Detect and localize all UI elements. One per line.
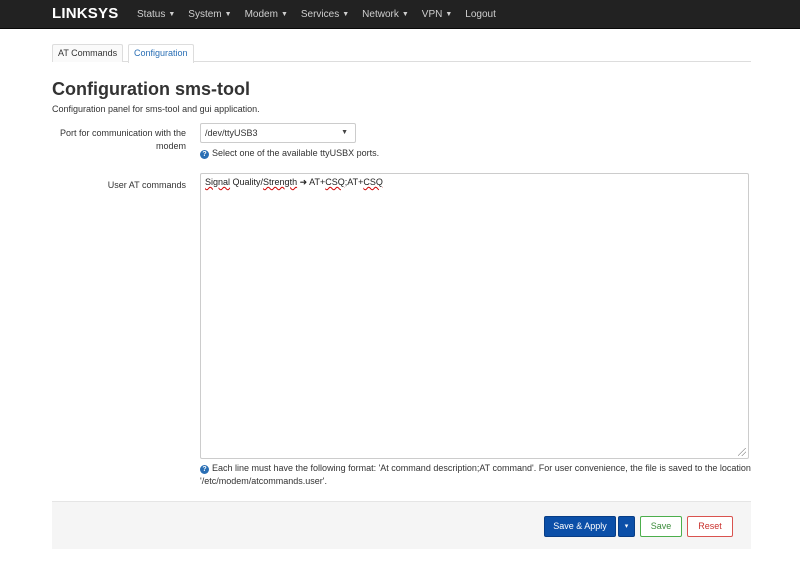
commands-help: ? Each line must have the following forma… bbox=[200, 462, 752, 488]
top-navbar: LINKSYS Status ▼ System ▼ Modem ▼ Services ▼… bbox=[0, 0, 800, 29]
tab-configuration[interactable]: Configuration bbox=[128, 44, 194, 63]
brand-logo[interactable]: LINKSYS bbox=[52, 5, 118, 22]
tab-at-commands[interactable]: AT Commands bbox=[52, 44, 124, 62]
commands-label: User AT commands bbox=[107, 180, 186, 190]
menu-status-label: Status bbox=[137, 9, 166, 20]
menu-network-label: Network bbox=[362, 9, 399, 20]
port-select-value: /dev/ttyUSB3 bbox=[205, 128, 258, 138]
menu-modem[interactable]: Modem ▼ bbox=[245, 0, 288, 29]
menu-logout-label: Logout bbox=[465, 9, 496, 20]
menu-vpn-label: VPN bbox=[421, 9, 443, 20]
text-segment: ➜ AT+ bbox=[297, 177, 326, 187]
commands-help-text: Each line must have the following format… bbox=[200, 463, 751, 486]
port-help-text: Select one of the available ttyUSBX port… bbox=[212, 148, 380, 158]
chevron-down-icon: ▼ bbox=[224, 11, 232, 18]
menu-services-label: Services bbox=[300, 9, 340, 20]
question-circle-icon: ? bbox=[200, 465, 209, 474]
port-label: Port for communication with the modem bbox=[59, 128, 186, 151]
text-segment: Signal bbox=[205, 177, 231, 187]
save-button[interactable]: Save bbox=[640, 516, 682, 537]
page-description: Configuration panel for sms-tool and gui… bbox=[52, 104, 260, 114]
action-bar: Save & Apply ▾ Save Reset bbox=[52, 501, 751, 549]
text-segment: CSQ bbox=[325, 177, 345, 187]
page-title: Configuration sms-tool bbox=[52, 79, 250, 99]
menu-services[interactable]: Services ▼ bbox=[301, 0, 349, 29]
chevron-down-icon: ▼ bbox=[445, 11, 453, 18]
menu-system[interactable]: System ▼ bbox=[188, 0, 231, 29]
menu-modem-label: Modem bbox=[244, 9, 278, 20]
chevron-down-icon: ▼ bbox=[341, 129, 348, 136]
chevron-down-icon: ▼ bbox=[168, 11, 176, 18]
text-segment: ;AT+ bbox=[344, 177, 364, 187]
port-select[interactable]: /dev/ttyUSB3 ▼ bbox=[200, 123, 356, 143]
chevron-down-icon: ▼ bbox=[280, 11, 288, 18]
menu-network[interactable]: Network ▼ bbox=[362, 0, 409, 29]
resize-handle[interactable] bbox=[738, 448, 746, 456]
main-menu: Status ▼ System ▼ Modem ▼ Services ▼ Network… bbox=[137, 0, 509, 29]
chevron-down-icon: ▼ bbox=[342, 11, 350, 18]
menu-status[interactable]: Status ▼ bbox=[137, 0, 175, 29]
section-tabs: AT Commands Configuration bbox=[52, 44, 751, 63]
question-circle-icon: ? bbox=[200, 150, 209, 159]
apply-options-dropdown-button[interactable]: ▾ bbox=[618, 516, 635, 537]
menu-logout[interactable]: Logout bbox=[465, 0, 496, 29]
text-segment: CSQ bbox=[363, 177, 383, 187]
user-at-commands-textarea[interactable]: Signal Quality/Strength ➜ AT+CSQ;AT+CSQ bbox=[200, 173, 749, 459]
text-segment: Quality/ bbox=[230, 177, 264, 187]
text-segment: Strength bbox=[263, 177, 298, 187]
save-apply-button[interactable]: Save & Apply bbox=[544, 516, 616, 537]
menu-system-label: System bbox=[188, 9, 222, 20]
port-help: ? Select one of the available ttyUSBX por… bbox=[200, 147, 379, 160]
reset-button[interactable]: Reset bbox=[687, 516, 733, 537]
menu-vpn[interactable]: VPN ▼ bbox=[422, 0, 453, 29]
chevron-down-icon: ▼ bbox=[401, 11, 409, 18]
